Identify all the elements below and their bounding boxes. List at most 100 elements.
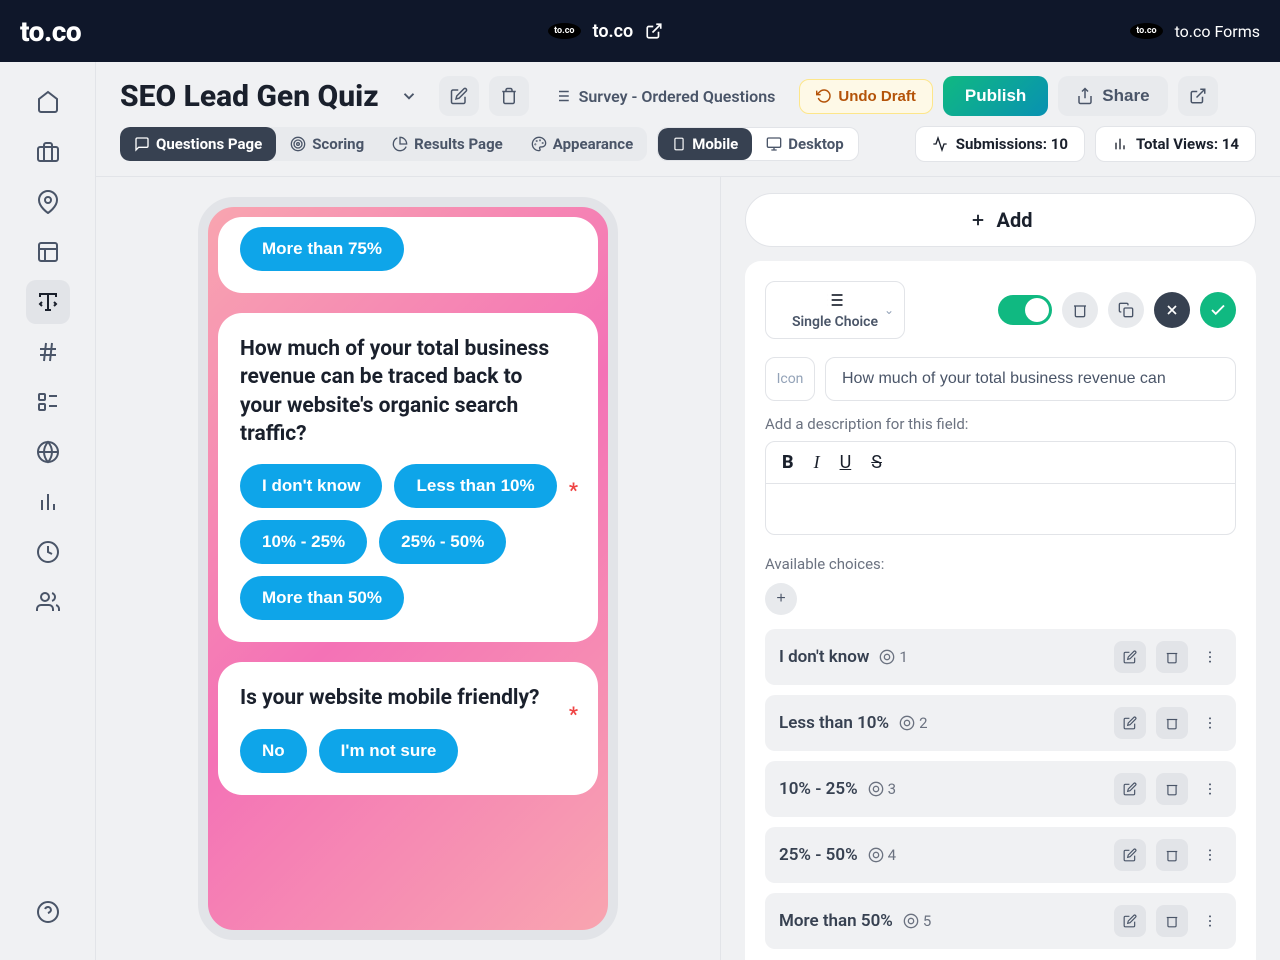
add-choice-button[interactable]: + <box>765 583 797 615</box>
breadcrumb-badge: to.co <box>548 23 580 39</box>
choice-more-button[interactable] <box>1198 781 1222 797</box>
description-editor: B I U S <box>765 441 1236 535</box>
choice-delete-button[interactable] <box>1156 773 1188 805</box>
share-button[interactable]: Share <box>1058 76 1167 116</box>
app-logo[interactable]: to.co <box>20 15 81 48</box>
choice-edit-button[interactable] <box>1114 905 1146 937</box>
breadcrumb-workspace[interactable]: to.co <box>593 21 634 42</box>
choice-more-button[interactable] <box>1198 715 1222 731</box>
description-textarea[interactable] <box>766 484 1235 534</box>
choice-more-button[interactable] <box>1198 649 1222 665</box>
choice-label: More than 50% <box>779 911 893 931</box>
page-title: SEO Lead Gen Quiz <box>120 79 379 114</box>
choice-delete-button[interactable] <box>1156 839 1188 871</box>
question-text: How much of your total business revenue … <box>240 335 576 448</box>
nav-globe[interactable] <box>26 430 70 474</box>
choice-pill[interactable]: More than 50% <box>240 576 404 620</box>
question-title-input[interactable] <box>825 357 1236 401</box>
edit-title-button[interactable] <box>439 76 479 116</box>
choices-label: Available choices: <box>765 555 1236 573</box>
sidebar <box>0 62 96 960</box>
tab-questions-page[interactable]: Questions Page <box>120 127 276 161</box>
choice-edit-button[interactable] <box>1114 707 1146 739</box>
external-link-icon[interactable] <box>645 22 663 40</box>
undo-draft-button[interactable]: Undo Draft <box>799 79 933 114</box>
question-card: How much of your total business revenue … <box>218 313 598 642</box>
nav-help[interactable] <box>26 890 70 934</box>
add-question-button[interactable]: Add <box>745 193 1256 247</box>
nav-history[interactable] <box>26 530 70 574</box>
nav-analytics[interactable] <box>26 480 70 524</box>
choice-label: I don't know <box>779 647 869 667</box>
choice-pill[interactable]: I'm not sure <box>319 729 459 773</box>
question-type-select[interactable]: Single Choice ⌄ <box>765 281 905 339</box>
description-label: Add a description for this field: <box>765 415 1236 433</box>
app-badge-icon: to.co <box>1130 23 1162 39</box>
choice-delete-button[interactable] <box>1156 905 1188 937</box>
topbar: to.co to.co to.co to.co to.co Forms <box>0 0 1280 62</box>
choice-more-button[interactable] <box>1198 913 1222 929</box>
choice-delete-button[interactable] <box>1156 707 1188 739</box>
choice-row: 10% - 25%3 <box>765 761 1236 817</box>
stat-views[interactable]: Total Views: 14 <box>1095 126 1256 162</box>
editor-close-button[interactable] <box>1154 292 1190 328</box>
required-toggle[interactable] <box>998 295 1052 325</box>
preview-pane: More than 75% How much of your total bus… <box>96 177 720 960</box>
nav-home[interactable] <box>26 80 70 124</box>
chevron-down-icon: ⌄ <box>884 303 894 317</box>
nav-hash[interactable] <box>26 330 70 374</box>
choice-more-button[interactable] <box>1198 847 1222 863</box>
open-external-button[interactable] <box>1178 76 1218 116</box>
choice-pill[interactable]: More than 75% <box>240 227 404 271</box>
choice-row: I don't know 1 <box>765 629 1236 685</box>
choice-score: 5 <box>903 912 931 930</box>
device-desktop[interactable]: Desktop <box>752 128 857 160</box>
title-dropdown[interactable] <box>389 76 429 116</box>
phone-preview[interactable]: More than 75% How much of your total bus… <box>198 197 618 940</box>
device-mobile[interactable]: Mobile <box>658 128 752 160</box>
required-indicator: * <box>569 702 578 726</box>
choice-delete-button[interactable] <box>1156 641 1188 673</box>
tabbar: Questions Page Scoring Results Page Appe… <box>96 116 1280 176</box>
survey-type-selector[interactable]: Survey - Ordered Questions <box>539 79 790 114</box>
nav-forms[interactable] <box>26 280 70 324</box>
choice-row: More than 50% 5 <box>765 893 1236 949</box>
underline-button[interactable]: U <box>840 452 852 473</box>
delete-button[interactable] <box>489 76 529 116</box>
choice-edit-button[interactable] <box>1114 641 1146 673</box>
stat-submissions[interactable]: Submissions: 10 <box>915 126 1085 162</box>
choice-row: 25% - 50%4 <box>765 827 1236 883</box>
choice-pill[interactable]: No <box>240 729 307 773</box>
tab-scoring[interactable]: Scoring <box>276 127 378 161</box>
question-text: Is your website mobile friendly? <box>240 684 576 712</box>
italic-button[interactable]: I <box>814 452 820 473</box>
app-name[interactable]: to.co Forms <box>1175 22 1260 41</box>
question-icon-picker[interactable]: Icon <box>765 357 815 401</box>
publish-button[interactable]: Publish <box>943 76 1048 116</box>
tab-appearance[interactable]: Appearance <box>517 127 647 161</box>
nav-list[interactable] <box>26 380 70 424</box>
nav-briefcase[interactable] <box>26 130 70 174</box>
choice-label: 25% - 50% <box>779 845 858 865</box>
editor-pane: Add Single Choice ⌄ <box>720 177 1280 960</box>
editor-duplicate-button[interactable] <box>1108 292 1144 328</box>
survey-type-label: Survey - Ordered Questions <box>579 87 776 106</box>
nav-layout[interactable] <box>26 230 70 274</box>
choice-score: 1 <box>879 648 907 666</box>
editor-delete-button[interactable] <box>1062 292 1098 328</box>
choice-edit-button[interactable] <box>1114 773 1146 805</box>
nav-location[interactable] <box>26 180 70 224</box>
choice-pill[interactable]: 25% - 50% <box>379 520 506 564</box>
choice-score: 2 <box>899 714 927 732</box>
strikethrough-button[interactable]: S <box>871 452 882 473</box>
editor-save-button[interactable] <box>1200 292 1236 328</box>
nav-users[interactable] <box>26 580 70 624</box>
bold-button[interactable]: B <box>782 452 794 473</box>
question-editor: Single Choice ⌄ Icon Add <box>745 261 1256 960</box>
choice-edit-button[interactable] <box>1114 839 1146 871</box>
choice-pill[interactable]: 10% - 25% <box>240 520 367 564</box>
choice-pill[interactable]: I don't know <box>240 464 382 508</box>
tab-results-page[interactable]: Results Page <box>378 127 517 161</box>
choice-pill[interactable]: Less than 10% <box>394 464 556 508</box>
choice-label: 10% - 25% <box>779 779 858 799</box>
